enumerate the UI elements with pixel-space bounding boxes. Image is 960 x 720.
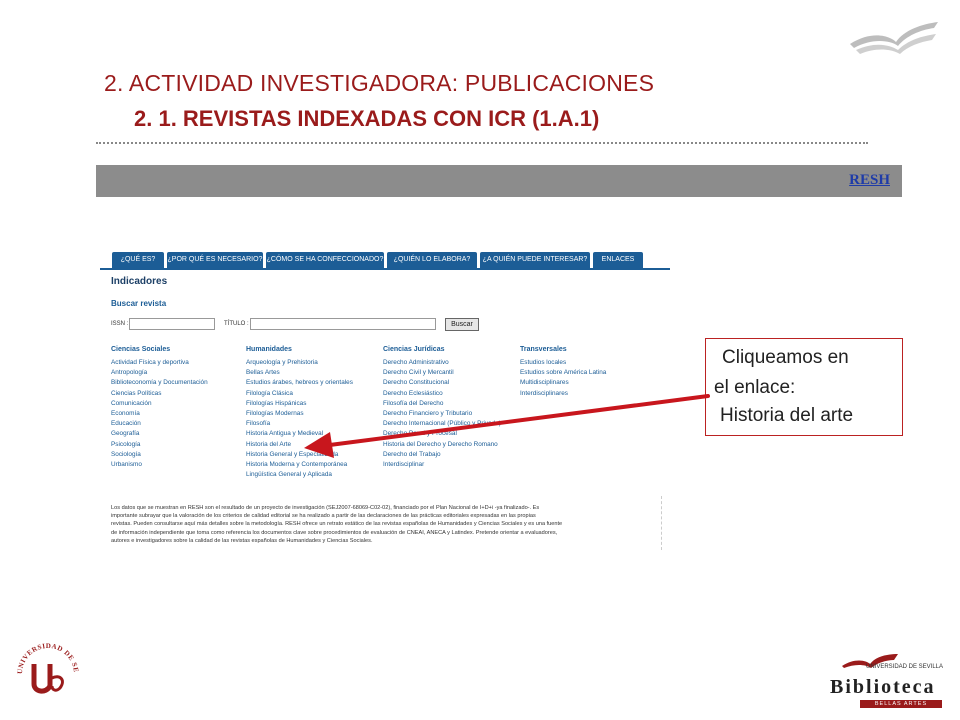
category-link[interactable]: Actividad Física y deportiva — [111, 358, 208, 368]
grey-link-bar: RESH — [96, 165, 902, 197]
indicadores-heading: Indicadores — [111, 276, 168, 287]
category-link[interactable]: Ciencias Políticas — [111, 389, 208, 399]
category-link[interactable]: Derecho Eclesiástico — [383, 389, 501, 399]
page-title: 2. ACTIVIDAD INVESTIGADORA: PUBLICACIONE… — [104, 70, 655, 96]
category-link[interactable]: Derecho Civil y Mercantil — [383, 368, 501, 378]
biblioteca-bellas-artes-logo: UNIVERSIDAD DE SEVILLA Biblioteca BELLAS… — [830, 652, 948, 712]
category-link[interactable]: Filosofía del Derecho — [383, 399, 501, 409]
nav-tab-enlaces[interactable]: ENLACES — [593, 252, 643, 268]
category-link[interactable]: Estudios sobre América Latina — [520, 368, 606, 378]
category-link[interactable]: Interdisciplinares — [520, 389, 606, 399]
category-link[interactable]: Derecho Penal y Procesal — [383, 429, 501, 439]
column-heading: Ciencias Sociales — [111, 346, 171, 353]
titulo-label: TÍTULO : — [224, 321, 249, 327]
category-link[interactable]: Historia Antigua y Medieval — [246, 429, 353, 439]
column-humanidades: Humanidades Arqueología y Prehistoria Bell… — [246, 346, 353, 480]
category-link[interactable]: Historia del Arte — [246, 440, 353, 450]
category-link[interactable]: Educación — [111, 419, 208, 429]
nav-tab-a-quien[interactable]: ¿A QUIÉN PUEDE INTERESAR? — [480, 252, 590, 268]
category-link[interactable]: Derecho Financiero y Tributario — [383, 409, 501, 419]
category-link[interactable]: Derecho Administrativo — [383, 358, 501, 368]
dotted-divider — [96, 142, 868, 144]
library-university-label: UNIVERSIDAD DE SEVILLA — [866, 664, 944, 670]
titulo-input[interactable] — [250, 318, 436, 330]
resh-nav: ¿QUÉ ES? ¿POR QUÉ ES NECESARIO? ¿CÓMO SE… — [112, 252, 668, 268]
category-link[interactable]: Psicología — [111, 440, 208, 450]
column-ciencias-sociales: Ciencias Sociales Actividad Física y depo… — [111, 346, 208, 470]
scroll-edge — [661, 496, 662, 550]
seal-text: UNIVERSIDAD DE SEVILLA — [12, 634, 80, 674]
category-link[interactable]: Urbanismo — [111, 460, 208, 470]
footer-line: Los datos que se muestran en RESH son el… — [111, 505, 540, 511]
column-ciencias-juridicas: Ciencias Jurídicas Derecho Administrativo… — [383, 346, 501, 470]
callout-line-3: Historia del arte — [720, 405, 854, 426]
category-link[interactable]: Geografía — [111, 429, 208, 439]
open-book-logo — [850, 22, 938, 54]
issn-label: ISSN : — [111, 321, 129, 327]
category-link[interactable]: Estudios locales — [520, 358, 606, 368]
category-link[interactable]: Economía — [111, 409, 208, 419]
category-link[interactable]: Historia Moderna y Contemporánea — [246, 460, 353, 470]
footer-line: de información independiente que toma co… — [111, 529, 558, 536]
column-heading: Ciencias Jurídicas — [383, 346, 445, 353]
nav-tab-por-que[interactable]: ¿POR QUÉ ES NECESARIO? — [167, 252, 263, 268]
category-link[interactable]: Derecho Constitucional — [383, 378, 501, 388]
category-link[interactable]: Filosofía — [246, 419, 353, 429]
category-link[interactable]: Sociología — [111, 450, 208, 460]
category-link[interactable]: Filologías Hispánicas — [246, 399, 353, 409]
category-link[interactable]: Multidisciplinares — [520, 378, 606, 388]
category-link[interactable]: Comunicación — [111, 399, 208, 409]
category-link[interactable]: Arqueología y Prehistoria — [246, 358, 353, 368]
column-transversales: Transversales Estudios locales Estudios so… — [520, 346, 606, 399]
svg-text:UNIVERSIDAD DE SEVILLA: UNIVERSIDAD DE SEVILLA — [12, 634, 80, 674]
buscar-button[interactable]: Buscar — [445, 318, 479, 331]
category-link[interactable]: Antropología — [111, 368, 208, 378]
nav-tab-que-es[interactable]: ¿QUÉ ES? — [112, 252, 164, 268]
category-link[interactable]: Historia General y Especializada — [246, 450, 353, 460]
issn-input[interactable] — [129, 318, 215, 330]
nav-tab-como[interactable]: ¿CÓMO SE HA CONFECCIONADO? — [266, 252, 384, 268]
category-link[interactable]: Derecho Internacional (Público y Privado… — [383, 419, 501, 429]
callout-line-2: el enlace: — [714, 377, 796, 398]
university-seal-logo: UNIVERSIDAD DE SEVILLA — [12, 634, 80, 694]
category-link[interactable]: Interdisciplinar — [383, 460, 501, 470]
callout-line-1: Cliqueamos en — [722, 347, 849, 368]
page-subtitle: 2. 1. REVISTAS INDEXADAS CON ICR (1.A.1) — [134, 106, 600, 131]
nav-underline — [100, 268, 670, 270]
resh-screenshot: ¿QUÉ ES? ¿POR QUÉ ES NECESARIO? ¿CÓMO SE… — [100, 246, 670, 550]
buscar-revista-heading: Buscar revista — [111, 299, 167, 308]
column-heading: Transversales — [520, 346, 567, 353]
column-heading: Humanidades — [246, 346, 292, 353]
resh-link[interactable]: RESH — [849, 172, 890, 189]
library-name: Biblioteca — [830, 676, 936, 698]
category-link[interactable]: Biblioteconomía y Documentación — [111, 378, 208, 388]
callout-box: Cliqueamos en el enlace: Historia del ar… — [705, 338, 903, 436]
footer-line: importante subrayar que la valoración de… — [111, 513, 536, 520]
footer-line: autores e investigadores sobre la calida… — [111, 537, 373, 544]
category-link[interactable]: Bellas Artes — [246, 368, 353, 378]
footer-line: revistas. Pueden consultarse aquí más de… — [111, 521, 563, 528]
category-link[interactable]: Estudios árabes, hebreos y orientales — [246, 378, 353, 388]
category-link[interactable]: Filología Clásica — [246, 389, 353, 399]
resh-footer-text: Los datos que se muestran en RESH son el… — [111, 504, 659, 545]
library-branch-label: BELLAS ARTES — [860, 700, 942, 708]
category-link[interactable]: Lingüística General y Aplicada — [246, 470, 353, 480]
category-link[interactable]: Derecho del Trabajo — [383, 450, 501, 460]
nav-tab-quien-elabora[interactable]: ¿QUIÉN LO ELABORA? — [387, 252, 477, 268]
category-link[interactable]: Filologías Modernas — [246, 409, 353, 419]
category-link[interactable]: Historia del Derecho y Derecho Romano — [383, 440, 501, 450]
